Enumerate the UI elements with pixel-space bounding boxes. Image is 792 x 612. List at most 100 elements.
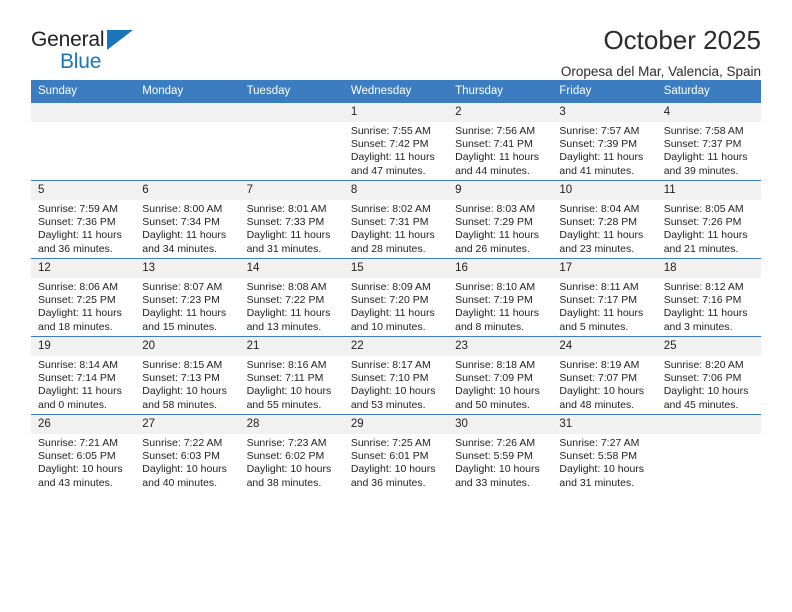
day-details: Sunrise: 8:08 AM Sunset: 7:22 PM Daylight:… (240, 278, 344, 334)
weekday-header-tuesday: Tuesday (239, 80, 344, 103)
day-details: Sunrise: 7:57 AM Sunset: 7:39 PM Daylight:… (552, 122, 656, 178)
daylight-text: Daylight: 10 hours and 50 minutes. (455, 385, 540, 411)
calendar-day-cell-empty[interactable] (135, 102, 240, 181)
day-details: Sunrise: 8:00 AM Sunset: 7:34 PM Daylight:… (135, 200, 239, 256)
daylight-text: Daylight: 11 hours and 8 minutes. (455, 307, 539, 333)
day-number: 25 (656, 337, 761, 356)
daylight-text: Daylight: 11 hours and 26 minutes. (455, 229, 539, 255)
sunrise-text: Sunrise: 8:00 AM (142, 203, 223, 215)
sunset-text: Sunset: 5:59 PM (455, 450, 533, 463)
sunrise-text: Sunrise: 8:16 AM (246, 359, 327, 371)
logo-triangle-icon (107, 30, 133, 50)
sunset-text: Sunset: 7:23 PM (142, 294, 220, 307)
day-number: 11 (656, 181, 761, 200)
day-number: 3 (552, 103, 657, 122)
day-details: Sunrise: 8:12 AM Sunset: 7:16 PM Daylight:… (657, 278, 761, 334)
calendar-day-cell[interactable]: 20 Sunrise: 8:15 AM Sunset: 7:13 PM Dayligh… (135, 336, 240, 415)
sunrise-text: Sunrise: 8:11 AM (559, 281, 639, 293)
day-number: 10 (552, 181, 657, 200)
calendar-day-cell[interactable]: 13 Sunrise: 8:07 AM Sunset: 7:23 PM Dayligh… (135, 258, 240, 337)
calendar-week-row: 1 Sunrise: 7:55 AM Sunset: 7:42 PM Daylight… (31, 102, 761, 181)
page-header: General Blue October 2025 Oropesa del Ma… (31, 0, 761, 79)
calendar-day-cell[interactable]: 30 Sunrise: 7:26 AM Sunset: 5:59 PM Dayligh… (448, 414, 553, 492)
calendar-day-cell[interactable]: 22 Sunrise: 8:17 AM Sunset: 7:10 PM Dayligh… (343, 336, 449, 415)
calendar-day-cell[interactable]: 24 Sunrise: 8:19 AM Sunset: 7:07 PM Dayligh… (552, 336, 657, 415)
calendar-day-cell[interactable]: 31 Sunrise: 7:27 AM Sunset: 5:58 PM Dayligh… (552, 414, 657, 492)
calendar-day-cell-empty[interactable] (239, 102, 344, 181)
sunset-text: Sunset: 7:29 PM (455, 216, 533, 229)
daylight-text: Daylight: 10 hours and 48 minutes. (559, 385, 645, 411)
daylight-text: Daylight: 11 hours and 15 minutes. (142, 307, 227, 333)
calendar-day-cell[interactable]: 7 Sunrise: 8:01 AM Sunset: 7:33 PM Daylight… (239, 180, 344, 259)
day-details: Sunrise: 7:25 AM Sunset: 6:01 PM Daylight:… (344, 434, 448, 490)
daylight-text: Daylight: 11 hours and 21 minutes. (663, 229, 748, 255)
sunrise-text: Sunrise: 8:17 AM (350, 359, 431, 371)
calendar-day-cell[interactable]: 10 Sunrise: 8:04 AM Sunset: 7:28 PM Dayligh… (552, 180, 657, 259)
sunrise-text: Sunrise: 7:58 AM (663, 125, 744, 137)
day-details: Sunrise: 8:19 AM Sunset: 7:07 PM Daylight:… (552, 356, 656, 412)
calendar-day-cell-empty[interactable] (656, 414, 761, 492)
weekday-header-wednesday: Wednesday (343, 80, 449, 103)
sunset-text: Sunset: 7:25 PM (38, 294, 116, 307)
calendar-day-cell[interactable]: 25 Sunrise: 8:20 AM Sunset: 7:06 PM Dayligh… (656, 336, 761, 415)
sunrise-text: Sunrise: 8:15 AM (142, 359, 223, 371)
day-details: Sunrise: 8:18 AM Sunset: 7:09 PM Daylight:… (448, 356, 552, 412)
general-blue-logo[interactable]: General Blue (31, 26, 143, 80)
daylight-text: Daylight: 10 hours and 55 minutes. (246, 385, 332, 411)
daylight-text: Daylight: 10 hours and 45 minutes. (663, 385, 749, 411)
calendar-day-cell[interactable]: 9 Sunrise: 8:03 AM Sunset: 7:29 PM Daylight… (448, 180, 553, 259)
sunset-text: Sunset: 7:34 PM (142, 216, 220, 229)
calendar-day-cell[interactable]: 16 Sunrise: 8:10 AM Sunset: 7:19 PM Dayligh… (448, 258, 553, 337)
day-details: Sunrise: 8:07 AM Sunset: 7:23 PM Daylight:… (135, 278, 239, 334)
day-details: Sunrise: 8:06 AM Sunset: 7:25 PM Daylight:… (31, 278, 135, 334)
sunrise-text: Sunrise: 7:57 AM (559, 125, 640, 137)
day-number: 24 (552, 337, 657, 356)
calendar-day-cell[interactable]: 28 Sunrise: 7:23 AM Sunset: 6:02 PM Dayligh… (239, 414, 344, 492)
calendar-day-cell[interactable]: 14 Sunrise: 8:08 AM Sunset: 7:22 PM Dayligh… (239, 258, 344, 337)
calendar-day-cell[interactable]: 6 Sunrise: 8:00 AM Sunset: 7:34 PM Daylight… (135, 180, 240, 259)
calendar-day-cell[interactable]: 4 Sunrise: 7:58 AM Sunset: 7:37 PM Daylight… (656, 102, 761, 181)
calendar-day-cell[interactable]: 2 Sunrise: 7:56 AM Sunset: 7:41 PM Daylight… (448, 102, 553, 181)
calendar-day-cell[interactable]: 8 Sunrise: 8:02 AM Sunset: 7:31 PM Daylight… (343, 180, 449, 259)
day-number: 29 (343, 415, 449, 434)
day-details: Sunrise: 7:55 AM Sunset: 7:42 PM Daylight:… (344, 122, 448, 178)
sunset-text: Sunset: 7:17 PM (559, 294, 638, 307)
calendar-day-cell[interactable]: 23 Sunrise: 8:18 AM Sunset: 7:09 PM Dayligh… (448, 336, 553, 415)
day-details: Sunrise: 8:05 AM Sunset: 7:26 PM Daylight:… (657, 200, 761, 256)
day-number: 1 (343, 103, 449, 122)
calendar-day-cell[interactable]: 21 Sunrise: 8:16 AM Sunset: 7:11 PM Dayligh… (239, 336, 344, 415)
sunrise-text: Sunrise: 8:05 AM (663, 203, 744, 215)
calendar-day-cell[interactable]: 26 Sunrise: 7:21 AM Sunset: 6:05 PM Dayligh… (31, 414, 136, 492)
sunset-text: Sunset: 7:39 PM (559, 138, 638, 151)
day-details: Sunrise: 8:17 AM Sunset: 7:10 PM Daylight:… (344, 356, 448, 412)
day-number: 9 (448, 181, 553, 200)
calendar-day-cell[interactable]: 11 Sunrise: 8:05 AM Sunset: 7:26 PM Dayligh… (656, 180, 761, 259)
logo-text-blue: Blue (60, 50, 102, 73)
weekday-header-friday: Friday (552, 80, 657, 103)
calendar-grid: Sunday Monday Tuesday Wednesday Thursday… (31, 80, 761, 492)
calendar-day-cell[interactable]: 3 Sunrise: 7:57 AM Sunset: 7:39 PM Daylight… (552, 102, 657, 181)
sunset-text: Sunset: 7:14 PM (38, 372, 116, 385)
calendar-day-cell[interactable]: 1 Sunrise: 7:55 AM Sunset: 7:42 PM Daylight… (343, 102, 449, 181)
calendar-day-cell[interactable]: 5 Sunrise: 7:59 AM Sunset: 7:36 PM Daylight… (31, 180, 136, 259)
daylight-text: Daylight: 11 hours and 13 minutes. (246, 307, 331, 333)
calendar-day-cell[interactable]: 18 Sunrise: 8:12 AM Sunset: 7:16 PM Dayligh… (656, 258, 761, 337)
day-details: Sunrise: 7:26 AM Sunset: 5:59 PM Daylight:… (448, 434, 552, 490)
calendar-day-cell-empty[interactable] (31, 102, 136, 181)
calendar-day-cell[interactable]: 12 Sunrise: 8:06 AM Sunset: 7:25 PM Dayligh… (31, 258, 136, 337)
day-number: 22 (343, 337, 449, 356)
calendar-day-cell[interactable]: 29 Sunrise: 7:25 AM Sunset: 6:01 PM Dayligh… (343, 414, 449, 492)
calendar-day-cell[interactable]: 17 Sunrise: 8:11 AM Sunset: 7:17 PM Dayligh… (552, 258, 657, 337)
day-details: Sunrise: 7:23 AM Sunset: 6:02 PM Daylight:… (240, 434, 344, 490)
day-number: 26 (31, 415, 136, 434)
sunrise-text: Sunrise: 7:21 AM (38, 437, 118, 449)
day-details: Sunrise: 7:58 AM Sunset: 7:37 PM Daylight:… (657, 122, 761, 178)
daylight-text: Daylight: 10 hours and 33 minutes. (455, 463, 540, 489)
calendar-day-cell[interactable]: 27 Sunrise: 7:22 AM Sunset: 6:03 PM Dayligh… (135, 414, 240, 492)
sunset-text: Sunset: 7:09 PM (455, 372, 533, 385)
calendar-day-cell[interactable]: 15 Sunrise: 8:09 AM Sunset: 7:20 PM Dayligh… (343, 258, 449, 337)
daylight-text: Daylight: 10 hours and 53 minutes. (350, 385, 436, 411)
day-number: 20 (135, 337, 240, 356)
calendar-day-cell[interactable]: 19 Sunrise: 8:14 AM Sunset: 7:14 PM Dayligh… (31, 336, 136, 415)
sunrise-text: Sunrise: 8:04 AM (559, 203, 640, 215)
